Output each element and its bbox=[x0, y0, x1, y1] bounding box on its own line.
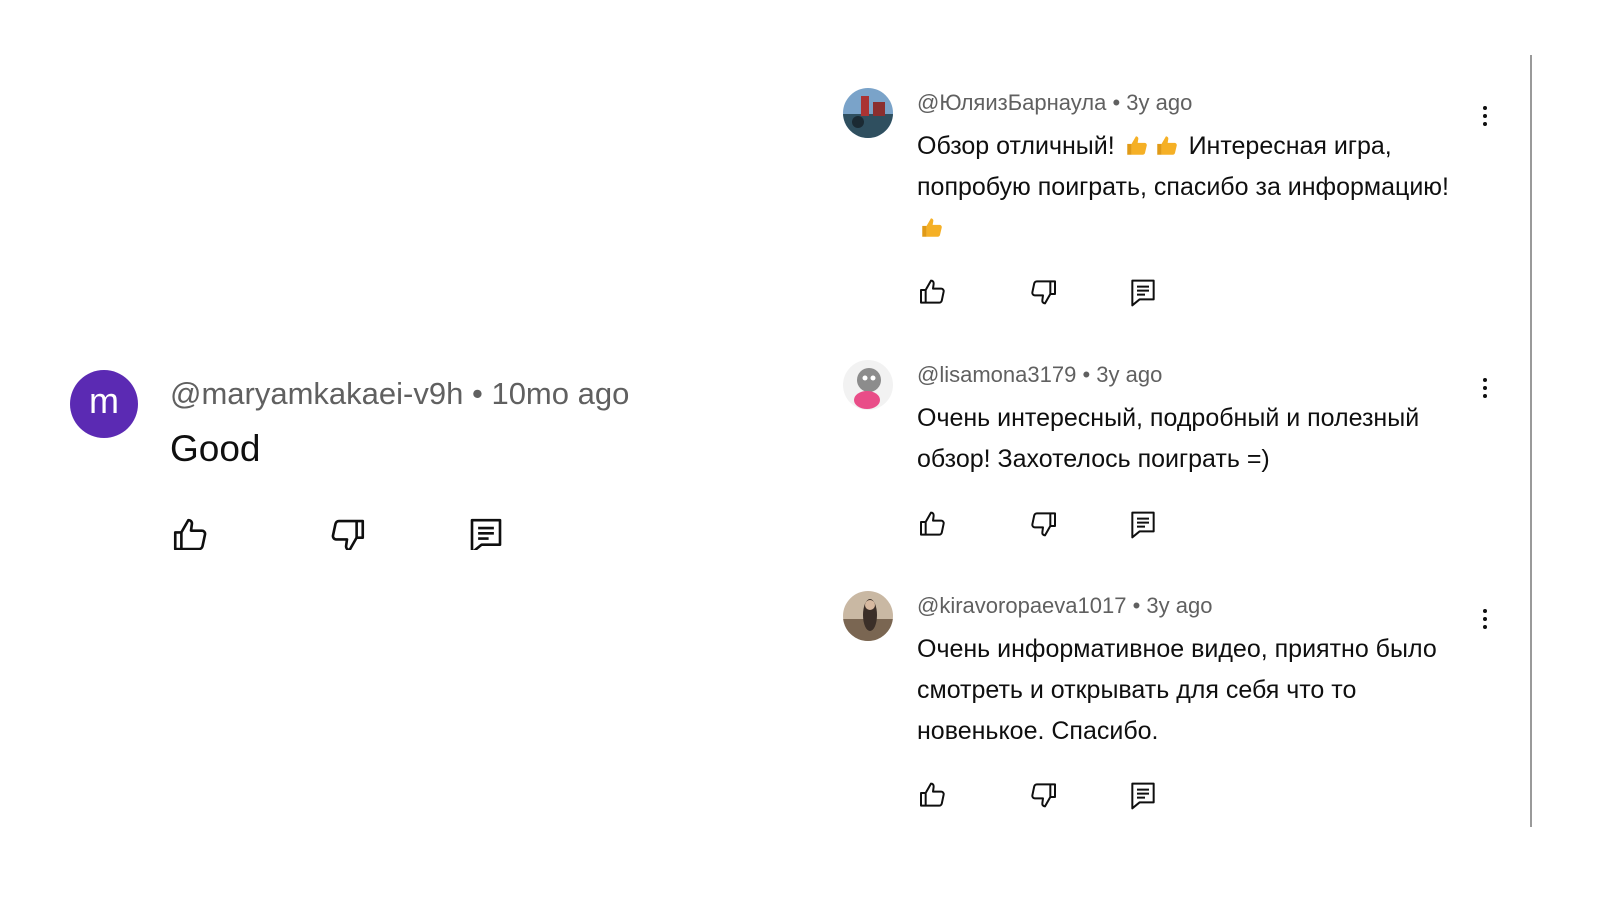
comment-time[interactable]: 3y ago bbox=[1096, 362, 1162, 387]
thumbs-down-icon[interactable] bbox=[1027, 779, 1059, 811]
meta-separator: • bbox=[1132, 593, 1141, 618]
thumbs-down-icon[interactable] bbox=[1027, 508, 1059, 540]
meta-separator: • bbox=[1082, 362, 1091, 387]
comment-text: Good bbox=[170, 428, 261, 469]
comment-author[interactable]: @maryamkakaei-v9h bbox=[170, 376, 463, 411]
comment-maryamkakaei: m @maryamkakaei-v9h • 10mo ago Good bbox=[70, 370, 710, 550]
thumbs-up-emoji bbox=[919, 214, 945, 240]
comment-text: Очень информативное видео, приятно было … bbox=[917, 635, 1437, 745]
comment-author[interactable]: @kiravoropaeva1017 bbox=[917, 593, 1126, 618]
thumbs-up-icon[interactable] bbox=[917, 276, 949, 308]
more-vert-icon[interactable] bbox=[1475, 374, 1495, 402]
comment-text: Обзор отличный! Интересная игра, попробу… bbox=[917, 126, 1462, 249]
scrollbar-edge bbox=[1530, 55, 1532, 827]
comment-actions bbox=[917, 508, 1177, 542]
comment-actions bbox=[917, 779, 1177, 813]
comment-time[interactable]: 3y ago bbox=[1126, 90, 1192, 115]
comment-meta: @maryamkakaei-v9h • 10mo ago bbox=[170, 376, 629, 412]
comment-meta: @lisamona3179 • 3y ago bbox=[917, 362, 1162, 388]
reply-comment-icon[interactable] bbox=[1127, 276, 1159, 308]
reply-comment-icon[interactable] bbox=[1127, 508, 1159, 540]
avatar[interactable] bbox=[843, 591, 893, 641]
meta-separator: • bbox=[1112, 90, 1121, 115]
comment-author[interactable]: @ЮляизБарнаула bbox=[917, 90, 1106, 115]
comment-text-part: Обзор отличный! bbox=[917, 132, 1122, 160]
meta-separator: • bbox=[471, 376, 483, 411]
comment-actions bbox=[170, 514, 530, 550]
thumbs-up-icon[interactable] bbox=[917, 508, 949, 540]
comment-time[interactable]: 3y ago bbox=[1146, 593, 1212, 618]
thumbs-up-emoji bbox=[1124, 132, 1150, 158]
comment-yulia: @ЮляизБарнаула • 3y ago Обзор отличный! … bbox=[843, 88, 1503, 318]
comment-kiravoropaeva: @kiravoropaeva1017 • 3y ago Очень информ… bbox=[843, 591, 1503, 821]
thumbs-up-icon[interactable] bbox=[917, 779, 949, 811]
comment-author[interactable]: @lisamona3179 bbox=[917, 362, 1076, 387]
comment-text: Очень интересный, подробный и полезный о… bbox=[917, 404, 1420, 473]
thumbs-down-icon[interactable] bbox=[326, 514, 368, 550]
avatar[interactable] bbox=[843, 88, 893, 138]
thumbs-up-icon[interactable] bbox=[170, 514, 212, 550]
reply-comment-icon[interactable] bbox=[1127, 779, 1159, 811]
comment-actions bbox=[917, 276, 1177, 310]
reply-comment-icon[interactable] bbox=[465, 514, 507, 550]
comment-meta: @kiravoropaeva1017 • 3y ago bbox=[917, 593, 1212, 619]
avatar[interactable]: m bbox=[70, 370, 138, 438]
more-vert-icon[interactable] bbox=[1475, 605, 1495, 633]
comment-time[interactable]: 10mo ago bbox=[491, 376, 629, 411]
thumbs-up-emoji bbox=[1154, 132, 1180, 158]
comment-lisamona: @lisamona3179 • 3y ago Очень интересный,… bbox=[843, 360, 1503, 550]
avatar[interactable] bbox=[843, 360, 893, 410]
more-vert-icon[interactable] bbox=[1475, 102, 1495, 130]
comment-meta: @ЮляизБарнаула • 3y ago bbox=[917, 90, 1192, 116]
thumbs-down-icon[interactable] bbox=[1027, 276, 1059, 308]
